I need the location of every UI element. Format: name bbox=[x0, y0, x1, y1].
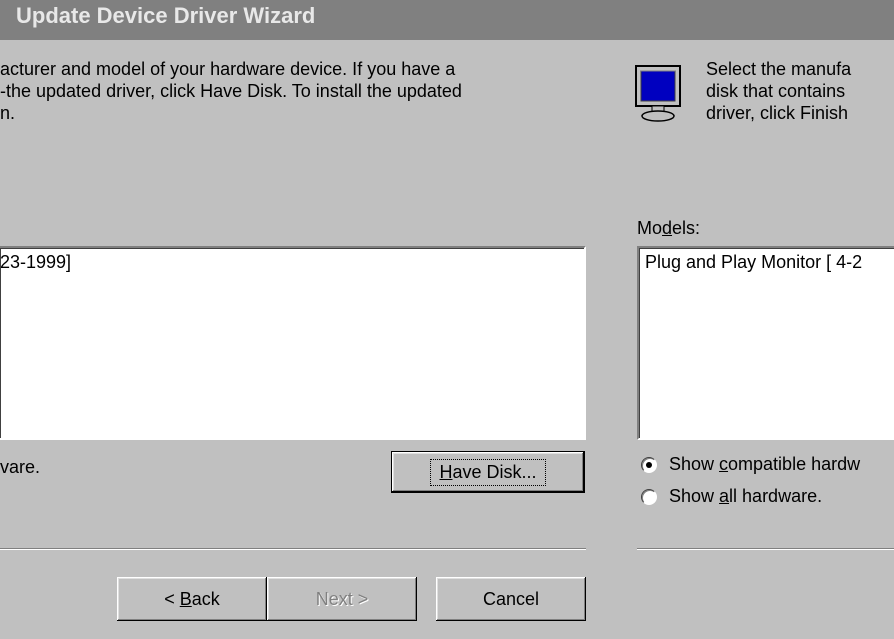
show-all-hardware-radio[interactable]: Show all hardware. bbox=[641, 486, 822, 507]
radio-label: Show compatible hardw bbox=[669, 454, 861, 474]
monitor-icon bbox=[630, 62, 690, 132]
models-list[interactable]: Plug and Play Monitor [ 4-2 bbox=[637, 246, 894, 440]
title-bar[interactable]: Update Device Driver Wizard bbox=[0, 0, 894, 40]
radio-indicator[interactable] bbox=[641, 456, 657, 473]
radio-label: Show all hardware. bbox=[669, 486, 823, 506]
description-line: n. bbox=[0, 103, 16, 123]
separator bbox=[0, 548, 586, 550]
description-line: -the updated driver, click Have Disk. To… bbox=[0, 81, 462, 101]
separator bbox=[637, 548, 894, 550]
back-button[interactable]: < Back bbox=[117, 577, 267, 621]
description-line: acturer and model of your hardware devic… bbox=[0, 59, 456, 79]
show-compatible-hardware-radio[interactable]: Show compatible hardw bbox=[641, 454, 860, 475]
description-line: disk that contains bbox=[706, 81, 846, 101]
list-item[interactable]: 23-1999] bbox=[0, 248, 584, 277]
have-disk-button[interactable]: Have Disk... bbox=[391, 451, 585, 493]
description-right: Select the manufa disk that contains dri… bbox=[706, 58, 894, 124]
next-button[interactable]: Next > bbox=[267, 577, 417, 621]
show-all-hardware-fragment[interactable]: vare. bbox=[0, 457, 40, 478]
window-title: Update Device Driver Wizard bbox=[16, 3, 316, 28]
description-left: acturer and model of your hardware devic… bbox=[0, 58, 585, 124]
models-label: Models: bbox=[637, 218, 701, 238]
radio-indicator[interactable] bbox=[641, 488, 657, 505]
list-item[interactable]: Plug and Play Monitor [ 4-2 bbox=[639, 248, 894, 277]
manufacturers-list[interactable]: 23-1999] bbox=[0, 246, 586, 440]
description-line: Select the manufa bbox=[706, 59, 852, 79]
cancel-button[interactable]: Cancel bbox=[436, 577, 586, 621]
description-line: driver, click Finish bbox=[706, 103, 849, 123]
